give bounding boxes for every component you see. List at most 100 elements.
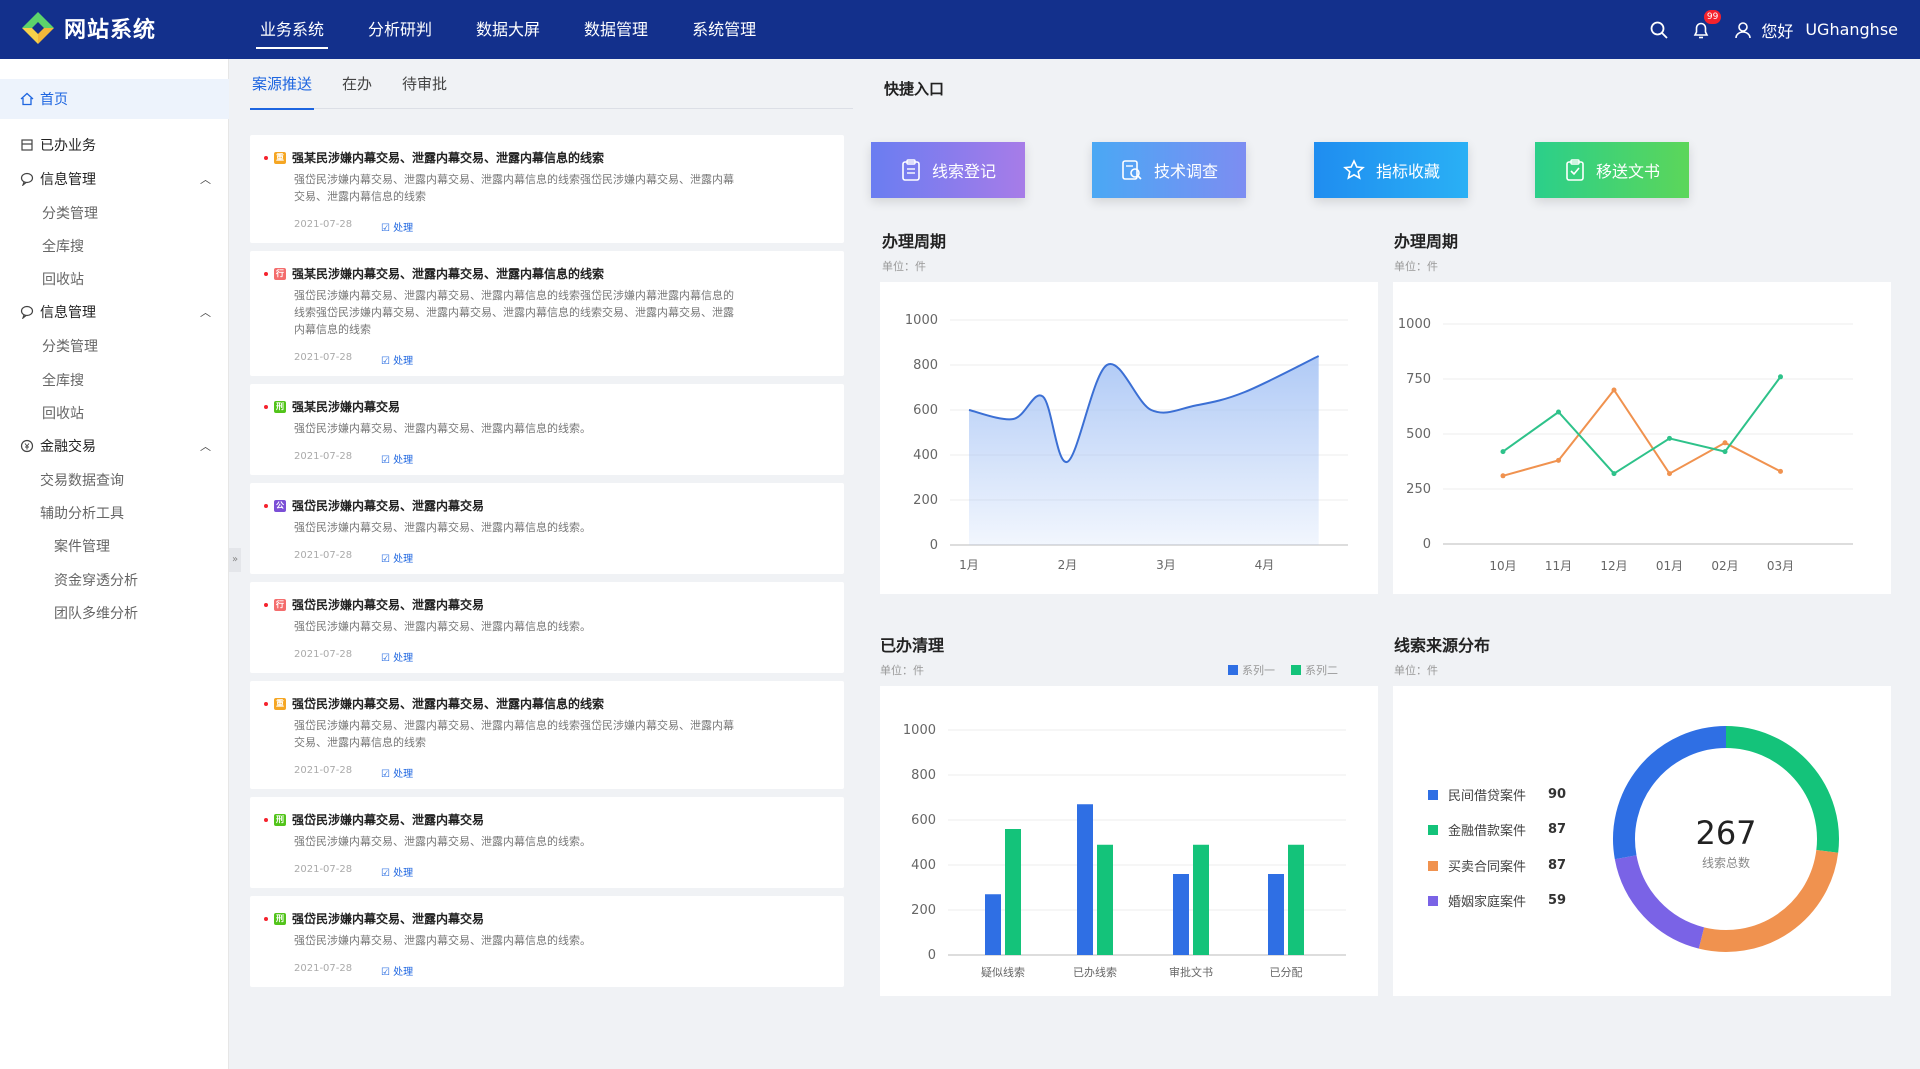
y-tick-label: 1000 [905, 313, 938, 328]
quick-entry-title: 快捷入口 [884, 80, 945, 98]
process-button[interactable]: ☑ 处理 [381, 649, 413, 664]
sidebar-group-info-1[interactable]: 信息管理 [20, 169, 96, 189]
edit-icon: ☑ [381, 967, 394, 978]
nav-business[interactable]: 业务系统 [256, 0, 329, 59]
process-button[interactable]: ☑ 处理 [381, 765, 413, 780]
logo[interactable]: 网站系统 [20, 10, 156, 46]
user-icon[interactable] [1733, 20, 1753, 40]
case-title[interactable]: 强岱民涉嫌内幕交易、泄露内幕交易、泄露内幕信息的线索 [292, 695, 604, 712]
data-point [1556, 409, 1561, 415]
sidebar-collapse-handle[interactable]: » [229, 548, 241, 572]
x-tick-label: 01月 [1656, 559, 1683, 573]
case-card[interactable]: 刑强岱民涉嫌内幕交易、泄露内幕交易强岱民涉嫌内幕交易、泄露内幕交易、泄露内幕信息… [250, 797, 844, 888]
quick-button-favorite[interactable]: 指标收藏 [1314, 142, 1468, 198]
case-card[interactable]: 重强某民涉嫌内幕交易、泄露内幕交易、泄露内幕信息的线索 强岱民涉嫌内幕交易、泄露内… [250, 135, 844, 243]
nav-data-management[interactable]: 数据管理 [580, 0, 652, 59]
sidebar-item-search-all[interactable]: 全库搜 [42, 236, 84, 256]
nav-bigscreen[interactable]: 数据大屏 [472, 0, 544, 59]
case-title[interactable]: 强某民涉嫌内幕交易、泄露内幕交易、泄露内幕信息的线索 [292, 149, 604, 166]
tab-in-progress[interactable]: 在办 [340, 59, 374, 109]
sidebar-item-recycle[interactable]: 回收站 [42, 269, 84, 289]
home-icon [20, 92, 34, 106]
chevron-up-icon[interactable]: ︿ [200, 171, 211, 187]
process-button[interactable]: ☑ 处理 [381, 451, 413, 466]
nav-analysis[interactable]: 分析研判 [364, 0, 436, 59]
case-title[interactable]: 强岱民涉嫌内幕交易、泄露内幕交易 [292, 596, 484, 613]
case-description-line: 强岱民涉嫌内幕交易、泄露内幕交易、泄露内幕信息的线索。 [294, 422, 591, 435]
case-title-row: 重强岱民涉嫌内幕交易、泄露内幕交易、泄露内幕信息的线索 [264, 695, 604, 712]
sidebar-group-finance[interactable]: 金融交易 [20, 436, 96, 456]
tab-case-push[interactable]: 案源推送 [250, 59, 315, 110]
top-bar: 网站系统 业务系统 分析研判 数据大屏 数据管理 系统管理 99 您好 UGha… [0, 0, 1920, 59]
case-date: 2021-07-28 [294, 765, 353, 776]
sidebar-item-done-business[interactable]: 已办业务 [20, 135, 96, 155]
sidebar-item-home[interactable]: 首页 [0, 79, 229, 119]
process-button[interactable]: ☑ 处理 [381, 864, 413, 879]
sidebar-group-info-2[interactable]: 信息管理 [20, 302, 96, 322]
sidebar-item-trade-query[interactable]: 交易数据查询 [40, 470, 124, 490]
bar [1077, 804, 1093, 955]
process-button[interactable]: ☑ 处理 [381, 963, 413, 978]
quick-button-transfer-doc[interactable]: 移送文书 [1535, 142, 1689, 198]
case-card[interactable]: 刑强岱民涉嫌内幕交易、泄露内幕交易 强岱民涉嫌内幕交易、泄露内幕交易、泄露内幕信息… [250, 896, 844, 987]
case-title[interactable]: 强某民涉嫌内幕交易、泄露内幕交易、泄露内幕信息的线索 [292, 265, 604, 282]
case-tag: 刑 [274, 813, 286, 826]
username[interactable]: UGhanghse [1805, 20, 1898, 39]
case-action-label: 处理 [393, 554, 414, 565]
data-point [1667, 471, 1672, 477]
case-title[interactable]: 强某民涉嫌内幕交易 [292, 398, 400, 415]
legend-swatch [1428, 824, 1438, 835]
case-description: 强岱民涉嫌内幕交易、泄露内幕交易、泄露内幕信息的线索强岱民涉嫌内幕交易、泄露内幕… [294, 717, 784, 751]
case-card[interactable]: 刑强某民涉嫌内幕交易 强岱民涉嫌内幕交易、泄露内幕交易、泄露内幕信息的线索。 202… [250, 384, 844, 475]
case-title[interactable]: 强岱民涉嫌内幕交易、泄露内幕交易 [292, 811, 484, 828]
edit-icon: ☑ [381, 356, 394, 367]
process-button[interactable]: ☑ 处理 [381, 550, 413, 565]
chevron-up-icon[interactable]: ︿ [200, 438, 211, 454]
sidebar-item-fund-penetration[interactable]: 资金穿透分析 [54, 570, 138, 590]
sidebar-item-category[interactable]: 分类管理 [42, 336, 98, 356]
case-title[interactable]: 强岱民涉嫌内幕交易、泄露内幕交易 [292, 910, 484, 927]
case-description-line: 强岱民涉嫌内幕交易、泄露内幕交易、泄露内幕信息的线索强岱民涉嫌内幕交易、泄露内幕 [294, 173, 734, 186]
case-card[interactable]: 重强岱民涉嫌内幕交易、泄露内幕交易、泄露内幕信息的线索 强岱民涉嫌内幕交易、泄露内… [250, 681, 844, 789]
x-tick-label: 10月 [1489, 559, 1516, 573]
unread-dot [264, 817, 268, 822]
chevron-up-icon[interactable]: ︿ [200, 304, 211, 320]
case-card[interactable]: 行强某民涉嫌内幕交易、泄露内幕交易、泄露内幕信息的线索 强岱民涉嫌内幕交易、泄露内… [250, 251, 844, 376]
sidebar-item-search-all[interactable]: 全库搜 [42, 370, 84, 390]
case-card[interactable]: 公强岱民涉嫌内幕交易、泄露内幕交易 强岱民涉嫌内幕交易、泄露内幕交易、泄露内幕信息… [250, 483, 844, 574]
sidebar-item-analysis-tools[interactable]: 辅助分析工具 [40, 503, 124, 523]
sidebar: 首页 已办业务 信息管理 ︿ 分类管理 全库搜 回收站 信息管理 ︿ 分类管理 … [0, 59, 229, 1069]
donut-slice [1614, 854, 1705, 949]
donut-legend-item: 金融借款案件 87 [1428, 820, 1566, 839]
sidebar-item-team-analysis[interactable]: 团队多维分析 [54, 603, 138, 623]
process-button[interactable]: ☑ 处理 [381, 219, 413, 234]
y-tick-label: 600 [911, 813, 936, 828]
tab-pending-approval[interactable]: 待审批 [400, 59, 449, 109]
nav-system-management[interactable]: 系统管理 [688, 0, 760, 59]
legend-label: 系列二 [1305, 664, 1338, 677]
case-description-line: 强岱民涉嫌内幕交易、泄露内幕交易、泄露内幕信息的线索。 [294, 835, 591, 848]
quick-button-label: 技术调查 [1153, 162, 1218, 181]
quick-button-register[interactable]: 线索登记 [871, 142, 1025, 198]
y-tick-label: 0 [928, 948, 936, 963]
sidebar-item-category[interactable]: 分类管理 [42, 203, 98, 223]
edit-icon: ☑ [381, 554, 394, 565]
chart-unit: 单位：件 [1394, 260, 1438, 273]
legend-swatch [1428, 789, 1438, 800]
sidebar-item-case-management[interactable]: 案件管理 [54, 536, 110, 556]
process-button[interactable]: ☑ 处理 [381, 352, 413, 367]
x-tick-label: 审批文书 [1169, 965, 1213, 979]
legend-value: 90 [1548, 787, 1567, 802]
case-description: 强岱民涉嫌内幕交易、泄露内幕交易、泄露内幕信息的线索。 [294, 618, 784, 635]
quick-button-investigate[interactable]: 技术调查 [1092, 142, 1246, 198]
search-icon[interactable] [1649, 20, 1669, 40]
sidebar-item-recycle[interactable]: 回收站 [42, 403, 84, 423]
legend-label: 系列一 [1242, 664, 1275, 677]
notification-bell-icon[interactable]: 99 [1691, 9, 1722, 40]
area-chart: 0 200 400 600 800 1000 1月 2月 3月 4月 [905, 313, 1348, 572]
logo-icon [22, 12, 54, 44]
case-title-row: 公强岱民涉嫌内幕交易、泄露内幕交易 [264, 497, 484, 514]
case-card[interactable]: 行强岱民涉嫌内幕交易、泄露内幕交易 强岱民涉嫌内幕交易、泄露内幕交易、泄露内幕信息… [250, 582, 844, 673]
sidebar-item-label: 已办业务 [40, 138, 96, 154]
case-title[interactable]: 强岱民涉嫌内幕交易、泄露内幕交易 [292, 497, 484, 514]
